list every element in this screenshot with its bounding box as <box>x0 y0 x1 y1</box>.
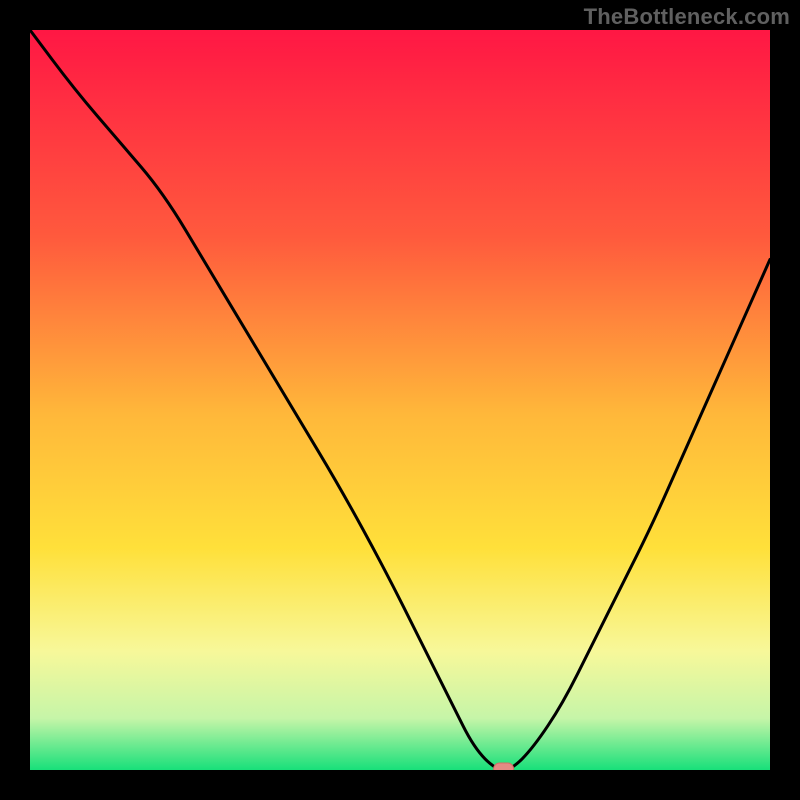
chart-frame: TheBottleneck.com <box>0 0 800 800</box>
bottleneck-chart <box>30 30 770 770</box>
plot-area <box>30 30 770 770</box>
gradient-background <box>30 30 770 770</box>
optimum-marker <box>494 763 514 770</box>
watermark-text: TheBottleneck.com <box>584 4 790 30</box>
